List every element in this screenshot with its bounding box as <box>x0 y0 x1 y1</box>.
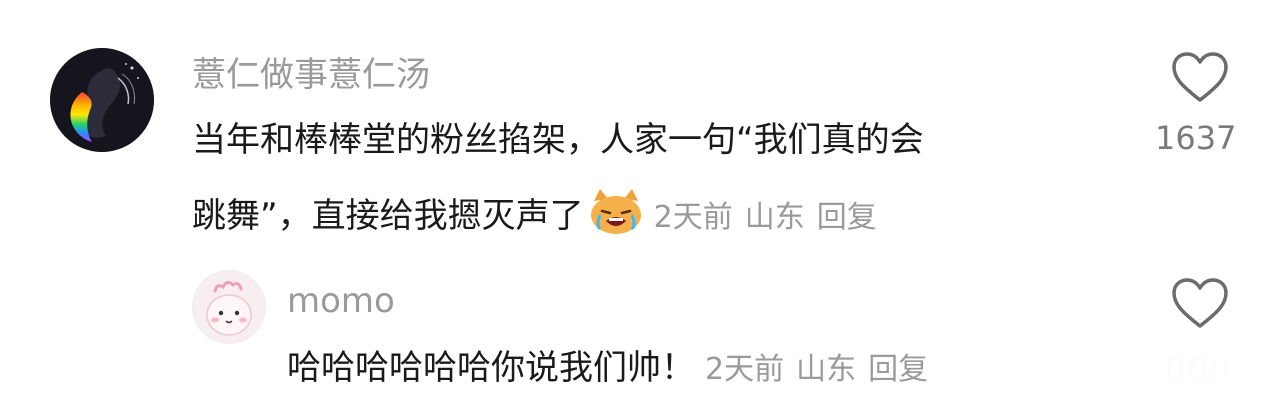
reply-time: 2天前 <box>705 352 785 387</box>
username[interactable]: 薏仁做事薏仁汤 <box>192 55 430 95</box>
comment-text-line1: 当年和棒棒堂的粉丝掐架，人家一句“我们真的会 <box>192 120 924 160</box>
watermark-fade <box>1045 340 1277 407</box>
reply-meta: 2天前 山东 回复 <box>705 352 928 387</box>
username[interactable]: momo <box>287 281 395 321</box>
avatar[interactable] <box>192 270 266 344</box>
heart-outline-icon[interactable] <box>1170 50 1230 104</box>
reply-location: 山东 <box>796 352 857 387</box>
comment-time: 2天前 <box>653 200 733 235</box>
like-count: 1637 <box>1155 119 1237 157</box>
crying-cat-emoji-icon <box>590 189 641 234</box>
comment-text-line2: 跳舞”，直接给我摁灭声了 2天前 山东 回复 <box>192 187 877 238</box>
comment-text-line2-content: 跳舞”，直接给我摁灭声了 <box>192 196 584 236</box>
reply-text-content: 哈哈哈哈哈哈你说我们帅！ <box>287 348 695 388</box>
like-count: 000 <box>1165 351 1233 389</box>
reply-button[interactable]: 回复 <box>868 352 928 387</box>
avatar-image <box>50 48 154 152</box>
reply-button[interactable]: 回复 <box>817 200 877 235</box>
comment-location: 山东 <box>744 200 805 235</box>
heart-outline-icon[interactable] <box>1170 276 1230 330</box>
comment-meta: 2天前 山东 回复 <box>654 200 877 235</box>
avatar-image <box>193 271 265 343</box>
avatar[interactable] <box>50 48 154 152</box>
reply-text: 哈哈哈哈哈哈你说我们帅！ 2天前 山东 回复 <box>287 348 928 390</box>
